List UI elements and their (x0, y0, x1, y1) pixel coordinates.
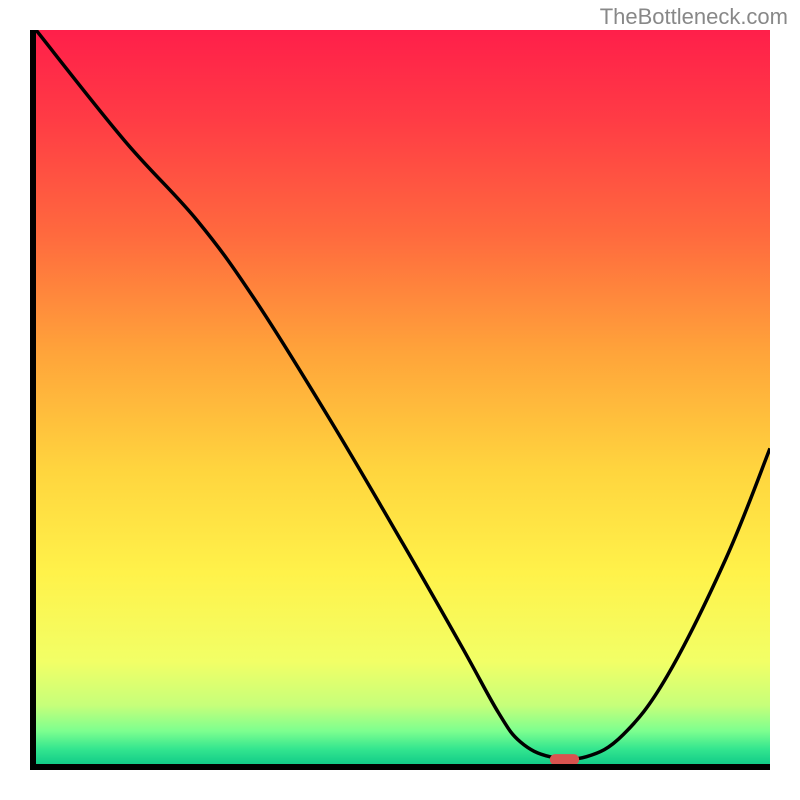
watermark-text: TheBottleneck.com (600, 4, 788, 30)
plot-area (30, 30, 770, 770)
curve-layer (36, 30, 770, 764)
bottleneck-curve (36, 30, 770, 759)
optimum-marker (550, 754, 579, 764)
chart-container: TheBottleneck.com (0, 0, 800, 800)
